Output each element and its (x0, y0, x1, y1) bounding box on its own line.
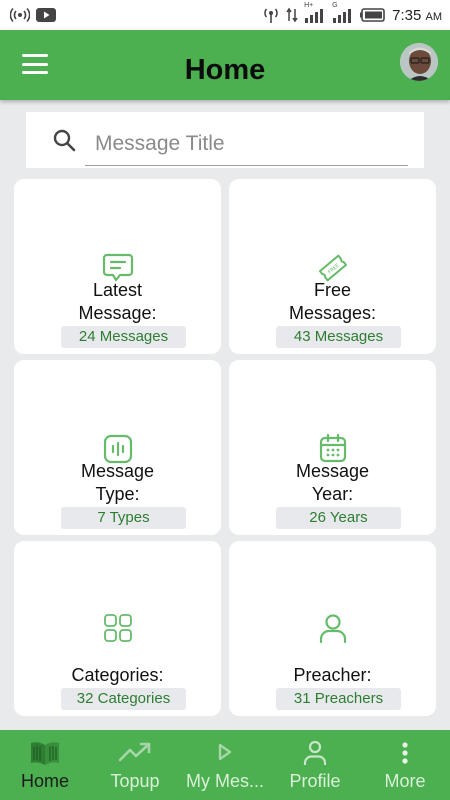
nav-more[interactable]: More (360, 730, 450, 800)
page-title: Home (184, 54, 266, 86)
card-label: Message Year: (237, 460, 428, 506)
card-count-badge: 7 Types (61, 507, 186, 529)
card-count-badge: 24 Messages (61, 326, 186, 348)
avatar[interactable] (400, 43, 438, 81)
menu-button[interactable] (20, 52, 50, 76)
more-vertical-icon (360, 740, 450, 766)
card-count-badge: 32 Categories (61, 688, 186, 710)
signal-hplus-icon: H+ (304, 2, 326, 24)
card-latest-message[interactable]: Latest Message: 24 Messages (14, 179, 221, 354)
card-label: Preacher: (293, 665, 372, 685)
card-free-messages[interactable]: FREE Free Messages: 43 Messages (229, 179, 436, 354)
person-icon (270, 740, 360, 766)
card-preacher[interactable]: Preacher: 31 Preachers (229, 541, 436, 716)
card-message-year[interactable]: Message Year: 26 Years (229, 360, 436, 535)
card-label: Latest Message: (22, 279, 213, 325)
card-categories[interactable]: Categories: 32 Categories (14, 541, 221, 716)
nav-label: More (384, 771, 426, 791)
nav-label: Topup (110, 771, 160, 791)
app-bar: Home (0, 30, 450, 100)
card-label-line1: Message (295, 461, 370, 481)
person-icon (229, 613, 436, 643)
nav-topup[interactable]: Topup (90, 730, 180, 800)
signal-g-icon: G (332, 2, 354, 24)
clock: 7:35 AM (392, 7, 442, 24)
card-label: Free Messages: (237, 279, 428, 325)
svg-text:FREE: FREE (327, 263, 341, 276)
card-label-line1: Latest (92, 280, 143, 300)
search-bar (26, 112, 424, 168)
youtube-icon (36, 8, 56, 22)
network-type-label: G (332, 2, 338, 9)
status-bar: H+ G 7:35 AM (0, 0, 450, 30)
search-input[interactable] (85, 122, 408, 166)
nav-label: My Mes... (185, 771, 264, 791)
card-count-badge: 26 Years (276, 507, 401, 529)
menu-icon-bar (22, 54, 48, 57)
card-label-line1: Free (313, 280, 351, 300)
card-label: Message Type: (22, 460, 213, 506)
clock-time: 7:35 (392, 6, 422, 24)
battery-icon (360, 8, 386, 22)
clock-ampm: AM (425, 10, 443, 23)
nav-label: Profile (289, 771, 341, 791)
book-icon (0, 740, 90, 766)
play-icon (180, 740, 270, 766)
card-label-line2: Type: (95, 484, 140, 504)
bottom-navigation: Home Topup My Mes... Profile More (0, 730, 450, 800)
hotspot-icon (10, 7, 30, 23)
search-icon[interactable] (52, 128, 76, 152)
calendar-icon (229, 433, 436, 463)
card-count-badge: 43 Messages (276, 326, 401, 348)
nav-home[interactable]: Home (0, 730, 90, 800)
card-label-line2: Message: (78, 303, 157, 323)
card-count-badge: 31 Preachers (276, 688, 401, 710)
network-type-label: H+ (304, 2, 314, 9)
card-label-line1: Message (80, 461, 155, 481)
grid-icon (14, 613, 221, 643)
menu-icon-bar (22, 62, 48, 66)
network-icon (262, 6, 280, 24)
card-label-line2: Year: (311, 484, 354, 504)
nav-label: Home (20, 771, 69, 791)
card-message-type[interactable]: Message Type: 7 Types (14, 360, 221, 535)
nav-my-messages[interactable]: My Mes... (180, 730, 270, 800)
card-label: Categories: (71, 665, 164, 685)
data-transfer-icon (286, 6, 298, 24)
menu-icon-bar (22, 71, 48, 74)
nav-profile[interactable]: Profile (270, 730, 360, 800)
trending-up-icon (90, 740, 180, 766)
card-label-line2: Messages: (288, 303, 377, 323)
